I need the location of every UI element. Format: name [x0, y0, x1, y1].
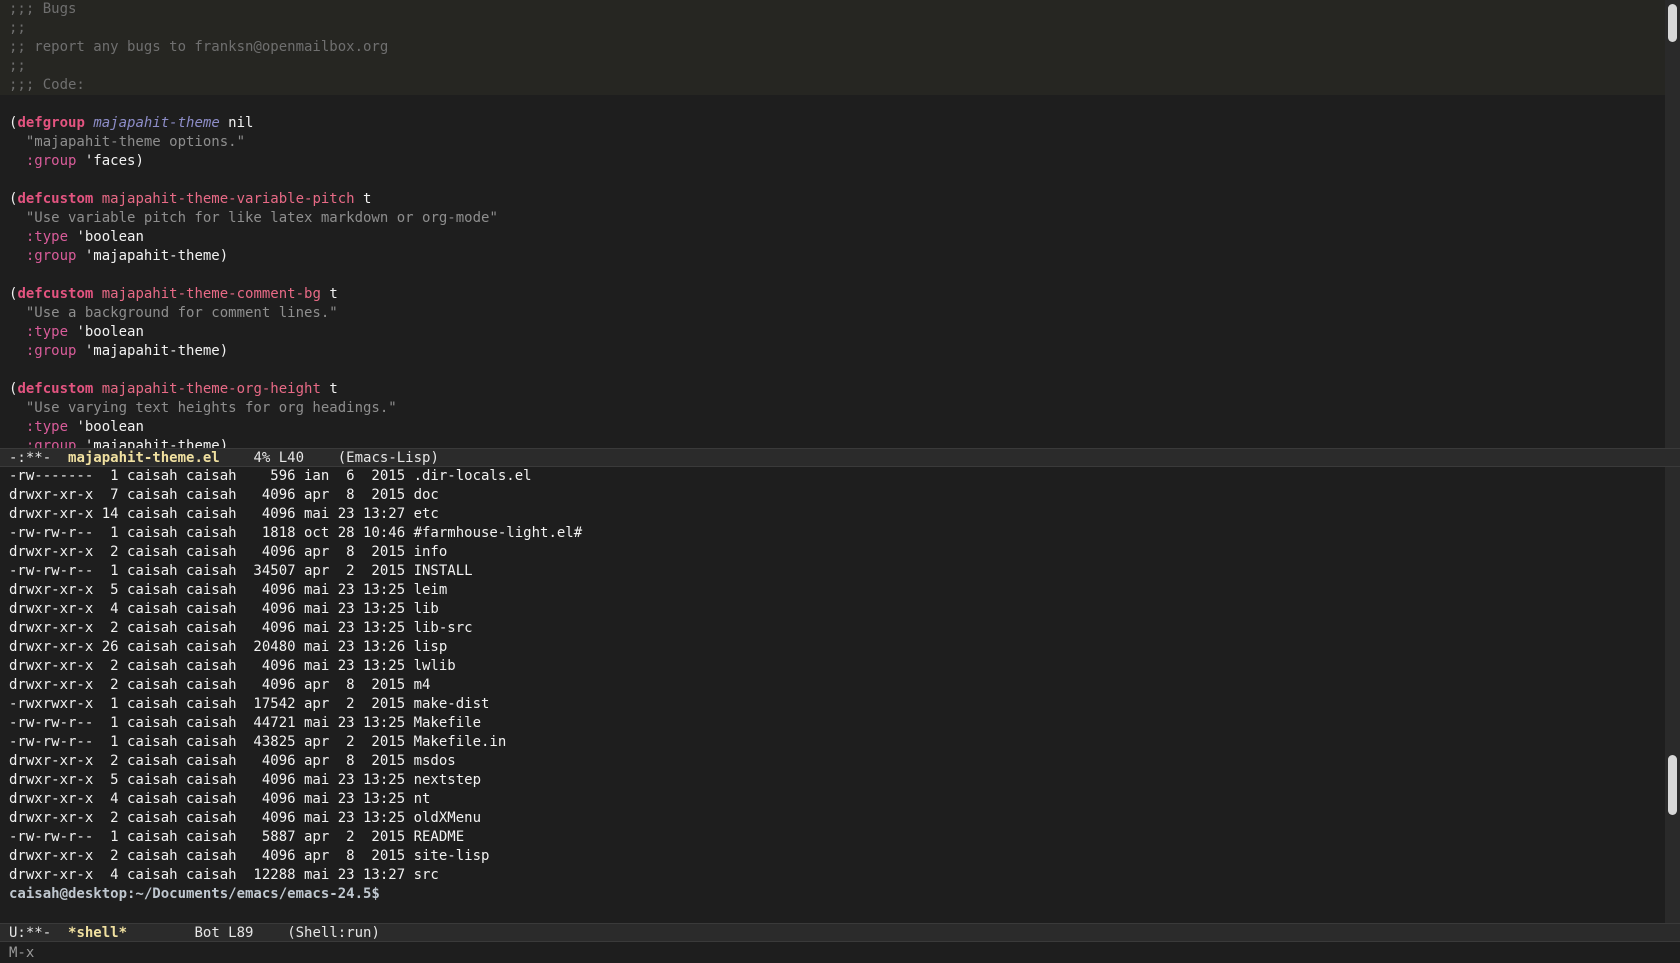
buffer-status: -:**- — [9, 450, 69, 466]
code-line-group: :group 'majapahit-theme) — [0, 247, 1665, 266]
code-line-defcustom: (defcustom majapahit-theme-variable-pitc… — [0, 190, 1665, 209]
comment-line: ;;; Bugs — [0, 0, 1665, 19]
code-line-group: :group 'majapahit-theme) — [0, 342, 1665, 361]
listing-row: drwxr-xr-x 2 caisah caisah 4096 apr 8 20… — [9, 753, 456, 769]
listing-row: drwxr-xr-x 2 caisah caisah 4096 apr 8 20… — [9, 848, 490, 864]
comment-line: ;; — [0, 57, 1665, 76]
code-line-defcustom: (defcustom majapahit-theme-org-height t — [0, 380, 1665, 399]
docstring: "majapahit-theme options." — [25, 134, 246, 150]
comment-line: ;; — [0, 19, 1665, 38]
keyword-value: 'majapahit-theme) — [76, 438, 229, 448]
listing-row: drwxr-xr-x 2 caisah caisah 4096 apr 8 20… — [9, 677, 431, 693]
code-line-group: :group 'faces) — [0, 152, 1665, 171]
comment-line: ;; report any bugs to franksn@openmailbo… — [0, 38, 1665, 57]
keyword-arg: :type — [25, 419, 69, 435]
listing-row: -rwxrwxr-x 1 caisah caisah 17542 apr 2 2… — [9, 696, 490, 712]
listing-row: drwxr-xr-x 5 caisah caisah 4096 mai 23 1… — [9, 772, 482, 788]
code-line-type: :type 'boolean — [0, 228, 1665, 247]
shell-mode-line[interactable]: U:**- *shell* Bot L89 (Shell:run) — [0, 923, 1680, 942]
code-scrollbar-thumb[interactable] — [1668, 4, 1677, 42]
keyword-value: 'boolean — [68, 324, 144, 340]
keyword-value: 'faces) — [76, 153, 144, 169]
directory-listing: -rw------- 1 caisah caisah 596 ian 6 201… — [0, 467, 1665, 885]
comment-line: ;;; Code: — [0, 76, 1665, 95]
shell-prompt: caisah@desktop:~/Documents/emacs/emacs-2… — [9, 886, 380, 902]
custom-value: t — [354, 191, 372, 207]
listing-row: -rw------- 1 caisah caisah 596 ian 6 201… — [9, 468, 532, 484]
text-cursor — [380, 886, 389, 903]
keyword: defcustom — [17, 381, 94, 397]
keyword-arg: :type — [25, 324, 69, 340]
group-name: majapahit-theme — [93, 115, 220, 131]
listing-row: -rw-rw-r-- 1 caisah caisah 44721 mai 23 … — [9, 715, 482, 731]
buffer-position: 4% L40 — [219, 450, 338, 466]
code-scrollbar[interactable] — [1665, 0, 1680, 448]
nil-value: nil — [219, 115, 254, 131]
buffer-name[interactable]: majapahit-theme.el — [68, 450, 220, 466]
code-line-docstring: "majapahit-theme options." — [0, 133, 1665, 152]
shell-scrollbar-thumb[interactable] — [1668, 755, 1677, 815]
custom-name: majapahit-theme-org-height — [101, 381, 321, 397]
code-line-type: :type 'boolean — [0, 418, 1665, 437]
listing-row: drwxr-xr-x 2 caisah caisah 4096 apr 8 20… — [9, 544, 448, 560]
keyword-arg: :type — [25, 229, 69, 245]
custom-name: majapahit-theme-variable-pitch — [101, 191, 355, 207]
emacs-frame: ;;; Bugs ;; ;; report any bugs to franks… — [0, 0, 1680, 963]
listing-row: drwxr-xr-x 2 caisah caisah 4096 mai 23 1… — [9, 620, 473, 636]
code-line-type: :type 'boolean — [0, 323, 1665, 342]
code-line-docstring: "Use a background for comment lines." — [0, 304, 1665, 323]
listing-row: drwxr-xr-x 14 caisah caisah 4096 mai 23 … — [9, 506, 439, 522]
keyword-value: 'boolean — [68, 419, 144, 435]
keyword-arg: :group — [25, 153, 77, 169]
docstring: "Use a background for comment lines." — [25, 305, 338, 321]
keyword-value: 'majapahit-theme) — [76, 248, 229, 264]
listing-row: drwxr-xr-x 2 caisah caisah 4096 mai 23 1… — [9, 658, 456, 674]
shell-prompt-line[interactable]: caisah@desktop:~/Documents/emacs/emacs-2… — [0, 885, 1665, 904]
listing-row: drwxr-xr-x 26 caisah caisah 20480 mai 23… — [9, 639, 448, 655]
buffer-name[interactable]: *shell* — [68, 925, 127, 941]
keyword-arg: :group — [25, 343, 77, 359]
keyword-value: 'boolean — [68, 229, 144, 245]
keyword-arg: :group — [25, 248, 77, 264]
minibuffer[interactable]: M-x — [0, 944, 1680, 963]
shell-window[interactable]: -rw------- 1 caisah caisah 596 ian 6 201… — [0, 467, 1665, 923]
listing-row: drwxr-xr-x 4 caisah caisah 4096 mai 23 1… — [9, 791, 431, 807]
code-line-defcustom: (defcustom majapahit-theme-comment-bg t — [0, 285, 1665, 304]
keyword: defcustom — [17, 191, 94, 207]
listing-row: -rw-rw-r-- 1 caisah caisah 34507 apr 2 2… — [9, 563, 473, 579]
buffer-position: Bot L89 — [127, 925, 288, 941]
code-mode-line[interactable]: -:**- majapahit-theme.el 4% L40 (Emacs-L… — [0, 448, 1680, 467]
buffer-status: U:**- — [9, 925, 69, 941]
custom-value: t — [320, 286, 338, 302]
keyword: defgroup — [17, 115, 85, 131]
keyword: defcustom — [17, 286, 94, 302]
listing-row: drwxr-xr-x 5 caisah caisah 4096 mai 23 1… — [9, 582, 448, 598]
docstring: "Use varying text heights for org headin… — [25, 400, 397, 416]
shell-scrollbar[interactable] — [1665, 467, 1680, 923]
listing-row: -rw-rw-r-- 1 caisah caisah 43825 apr 2 2… — [9, 734, 507, 750]
code-line-group: :group 'majapahit-theme) — [0, 437, 1665, 448]
major-mode[interactable]: (Emacs-Lisp) — [338, 450, 439, 466]
listing-row: drwxr-xr-x 4 caisah caisah 12288 mai 23 … — [9, 867, 439, 883]
listing-row: drwxr-xr-x 4 caisah caisah 4096 mai 23 1… — [9, 601, 439, 617]
listing-row: -rw-rw-r-- 1 caisah caisah 1818 oct 28 1… — [9, 525, 583, 541]
custom-name: majapahit-theme-comment-bg — [101, 286, 321, 302]
keyword-arg: :group — [25, 438, 77, 448]
major-mode[interactable]: (Shell:run) — [287, 925, 380, 941]
code-line-docstring: "Use varying text heights for org headin… — [0, 399, 1665, 418]
code-line-docstring: "Use variable pitch for like latex markd… — [0, 209, 1665, 228]
docstring: "Use variable pitch for like latex markd… — [25, 210, 498, 226]
listing-row: drwxr-xr-x 7 caisah caisah 4096 apr 8 20… — [9, 487, 439, 503]
custom-value: t — [320, 381, 338, 397]
keyword-value: 'majapahit-theme) — [76, 343, 229, 359]
listing-row: drwxr-xr-x 2 caisah caisah 4096 mai 23 1… — [9, 810, 482, 826]
listing-row: -rw-rw-r-- 1 caisah caisah 5887 apr 2 20… — [9, 829, 465, 845]
code-editor-window[interactable]: ;;; Bugs ;; ;; report any bugs to franks… — [0, 0, 1665, 448]
code-line-defgroup: (defgroup majapahit-theme nil — [0, 114, 1665, 133]
